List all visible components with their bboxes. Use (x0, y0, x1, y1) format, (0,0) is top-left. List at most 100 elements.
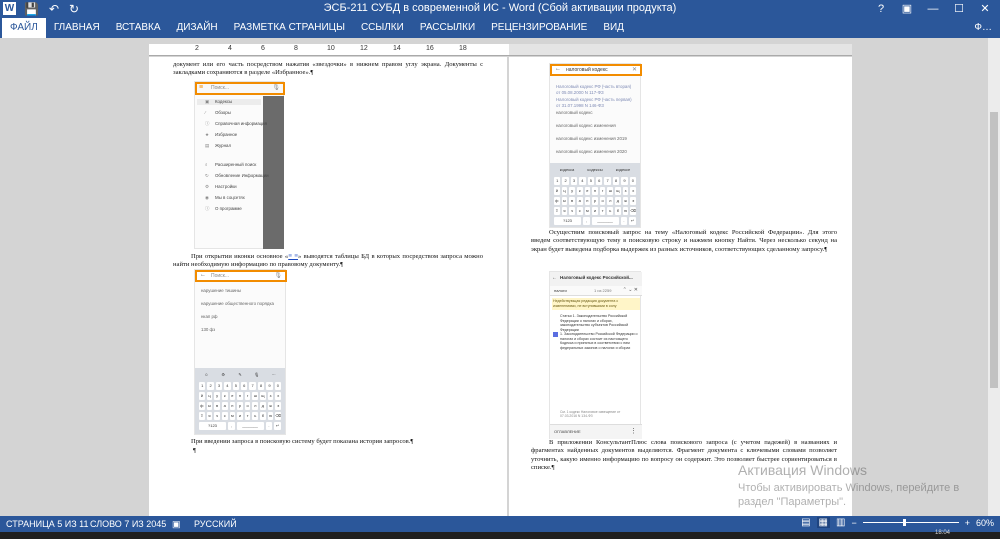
key[interactable]: ж (622, 197, 629, 205)
key[interactable]: ш (607, 187, 614, 195)
keyboard-tool-icon[interactable]: ✎ (233, 371, 248, 379)
key[interactable]: 0 (629, 177, 637, 185)
key[interactable]: с (576, 207, 583, 215)
zoom-slider-thumb[interactable] (903, 519, 907, 526)
key[interactable]: з (267, 392, 274, 400)
key[interactable]: н (237, 392, 243, 400)
key[interactable]: 0 (274, 382, 282, 390)
key[interactable]: 7 (604, 177, 611, 185)
paragraph-history[interactable]: При введении запроса в поисковую систему… (173, 438, 483, 446)
key[interactable]: щ (260, 392, 266, 400)
key[interactable]: э (275, 402, 282, 410)
key[interactable]: х (275, 392, 282, 400)
tab-1[interactable]: ГЛАВНАЯ (46, 18, 108, 38)
key[interactable]: р (237, 402, 243, 410)
proofing-icon[interactable]: ▣ (172, 519, 181, 530)
drawer-item[interactable]: ◉ Мы в соцсетях (205, 195, 245, 201)
zoom-level[interactable]: 60% (976, 518, 994, 528)
ribbon-display-button[interactable]: ▣ (894, 0, 920, 18)
drawer-item[interactable]: ★ Избранное (205, 132, 237, 138)
key[interactable]: . (620, 217, 628, 225)
key[interactable]: 1 (554, 177, 561, 185)
key[interactable]: х (630, 187, 637, 195)
key[interactable]: ц (561, 187, 568, 195)
zoom-slider[interactable] (862, 519, 959, 526)
key[interactable]: т (244, 412, 251, 420)
key[interactable]: т (599, 207, 606, 215)
key[interactable]: ю (622, 207, 629, 215)
minimize-button[interactable]: — (920, 0, 946, 18)
toc-button[interactable]: ОГЛАВЛЕНИЕ (554, 429, 581, 434)
key[interactable]: 8 (257, 382, 265, 390)
key[interactable]: 4 (579, 177, 586, 185)
maximize-button[interactable]: ☐ (946, 0, 972, 18)
key[interactable]: ?123 (199, 422, 226, 430)
key[interactable]: 9 (621, 177, 628, 185)
key[interactable]: м (584, 207, 591, 215)
keyboard-tool-icon[interactable]: ☺ (199, 371, 214, 379)
key[interactable]: ⌫ (275, 412, 282, 420)
key[interactable]: ↵ (274, 422, 282, 430)
key[interactable]: у (214, 392, 220, 400)
selected-checkbox-icon[interactable] (553, 332, 558, 337)
keyboard-tool-icon[interactable]: ⋯ (266, 371, 281, 379)
drawer-item[interactable]: ⌕ Расширенный поиск (205, 162, 256, 167)
key[interactable]: 3 (570, 177, 578, 185)
word-counter[interactable]: СЛОВО 7 ИЗ 2045 (90, 519, 166, 529)
key[interactable]: 4 (224, 382, 231, 390)
key[interactable]: я (561, 207, 568, 215)
key[interactable]: 3 (215, 382, 223, 390)
key[interactable]: и (237, 412, 243, 420)
language-indicator[interactable]: РУССКИЙ (194, 519, 237, 529)
horizontal-ruler[interactable]: 2 4 6 8 10 12 14 16 18 (149, 44, 509, 56)
key[interactable]: д (260, 402, 266, 410)
history-item[interactable]: 130 фз (201, 327, 215, 332)
history-item[interactable]: нарушение общественного порядка (201, 301, 274, 306)
suggestion-chip[interactable]: кодексе (610, 166, 636, 174)
key[interactable]: ь (252, 412, 259, 420)
key[interactable]: б (260, 412, 266, 420)
key[interactable]: ⇧ (554, 207, 560, 215)
key[interactable]: н (592, 187, 598, 195)
key[interactable]: й (199, 392, 205, 400)
key[interactable]: ⌫ (630, 207, 637, 215)
key[interactable]: ф (554, 197, 560, 205)
search-suggestion[interactable]: налоговый кодекс (556, 110, 636, 116)
key[interactable]: 8 (612, 177, 620, 185)
key[interactable]: б (615, 207, 621, 215)
key[interactable]: г (599, 187, 606, 195)
key[interactable]: 9 (266, 382, 273, 390)
key[interactable]: г (244, 392, 251, 400)
more-icon[interactable]: ⋮ (630, 427, 637, 435)
key[interactable]: ц (206, 392, 213, 400)
page-counter[interactable]: СТРАНИЦА 5 ИЗ 11 (6, 519, 89, 529)
document-page-left[interactable]: документ или его часть посредством нажат… (149, 57, 507, 516)
key[interactable]: 6 (241, 382, 248, 390)
suggestion-chip[interactable]: кодекса (554, 166, 580, 174)
tab-2[interactable]: ВСТАВКА (108, 18, 169, 38)
key[interactable]: ?123 (554, 217, 581, 225)
key[interactable]: в (569, 197, 575, 205)
tab-7[interactable]: РЕЦЕНЗИРОВАНИЕ (483, 18, 595, 38)
empty-paragraph[interactable]: ¶ (193, 447, 213, 455)
key[interactable]: ы (561, 197, 568, 205)
key[interactable]: ю (267, 412, 274, 420)
drawer-item[interactable]: ⁄ Обзоры (205, 110, 231, 115)
key[interactable]: е (229, 392, 236, 400)
key[interactable]: ж (267, 402, 274, 410)
print-layout-icon[interactable]: ▦ (816, 517, 830, 528)
key[interactable]: ч (214, 412, 220, 420)
drawer-item[interactable]: ↻ Обновление Информации (205, 173, 269, 179)
drawer-item[interactable]: ⓘ Справочная информация (205, 121, 267, 127)
key[interactable]: а (576, 197, 583, 205)
paragraph-tax-query[interactable]: Осуществим поисковый запрос на тему «Нал… (531, 229, 837, 254)
key[interactable]: , (227, 422, 235, 430)
tab-6[interactable]: РАССЫЛКИ (412, 18, 483, 38)
key[interactable]: _______ (236, 422, 264, 430)
key[interactable]: л (607, 197, 614, 205)
tab-8[interactable]: ВИД (595, 18, 632, 38)
key[interactable]: к (221, 392, 228, 400)
key[interactable]: ф (199, 402, 205, 410)
tab-4[interactable]: РАЗМЕТКА СТРАНИЦЫ (226, 18, 353, 38)
key[interactable]: 2 (562, 177, 569, 185)
